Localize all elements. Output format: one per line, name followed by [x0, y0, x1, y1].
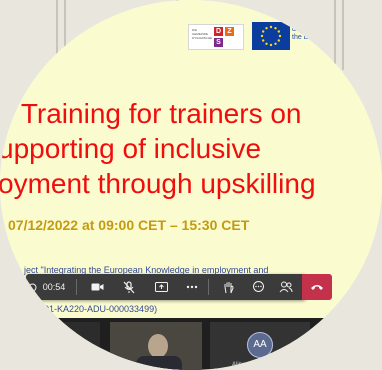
project-logo: DIE GEMEINDE DYNAMISCHE D Z S: [188, 24, 244, 50]
share-screen-icon[interactable]: [146, 274, 176, 300]
slide-project-line-2: 1-CZ01-KA220-ADU-000033499): [24, 304, 158, 314]
logo-tile-d: D: [214, 27, 223, 36]
hang-up-icon: [302, 274, 332, 300]
logo-tile-z: Z: [225, 27, 234, 36]
logo-text: DIE GEMEINDE DYNAMISCHE: [192, 28, 213, 40]
chat-icon[interactable]: [244, 274, 272, 300]
participant-video-strip: [0, 318, 382, 370]
camera-icon[interactable]: [82, 274, 112, 300]
mic-off-icon[interactable]: [114, 274, 144, 300]
slide-title-line-2: upporting of inclusive: [0, 133, 262, 164]
slide-title-line-3: oyment through upskilling: [0, 168, 316, 199]
hang-up-button[interactable]: [302, 274, 332, 300]
video-tile-speaker[interactable]: [110, 322, 202, 370]
eu-funding-text: ded b the E: [292, 26, 310, 41]
presentation-slide: DIE GEMEINDE DYNAMISCHE D Z S ded b the …: [0, 0, 382, 370]
participant-name: Alina Abi: [232, 362, 256, 368]
timer-icon: [26, 274, 38, 300]
avatar: AA: [247, 332, 273, 358]
circular-viewport: DIE GEMEINDE DYNAMISCHE D Z S ded b the …: [0, 0, 382, 370]
eu-flag-icon: [252, 22, 290, 50]
raise-hand-icon[interactable]: [214, 274, 242, 300]
logo-tile-s: S: [214, 38, 223, 47]
meeting-toolbar: 00:54: [26, 274, 332, 300]
slide-date: 07/12/2022 at 09:00 CET – 15:30 CET: [8, 217, 250, 233]
video-tile[interactable]: [40, 322, 100, 370]
toolbar-divider: [208, 279, 209, 295]
more-icon[interactable]: [178, 274, 206, 300]
toolbar-divider: [76, 279, 77, 295]
slide-title-line-1: e Training for trainers on: [0, 98, 302, 129]
meeting-timer: 00:54: [42, 282, 66, 292]
participants-icon[interactable]: [272, 274, 300, 300]
